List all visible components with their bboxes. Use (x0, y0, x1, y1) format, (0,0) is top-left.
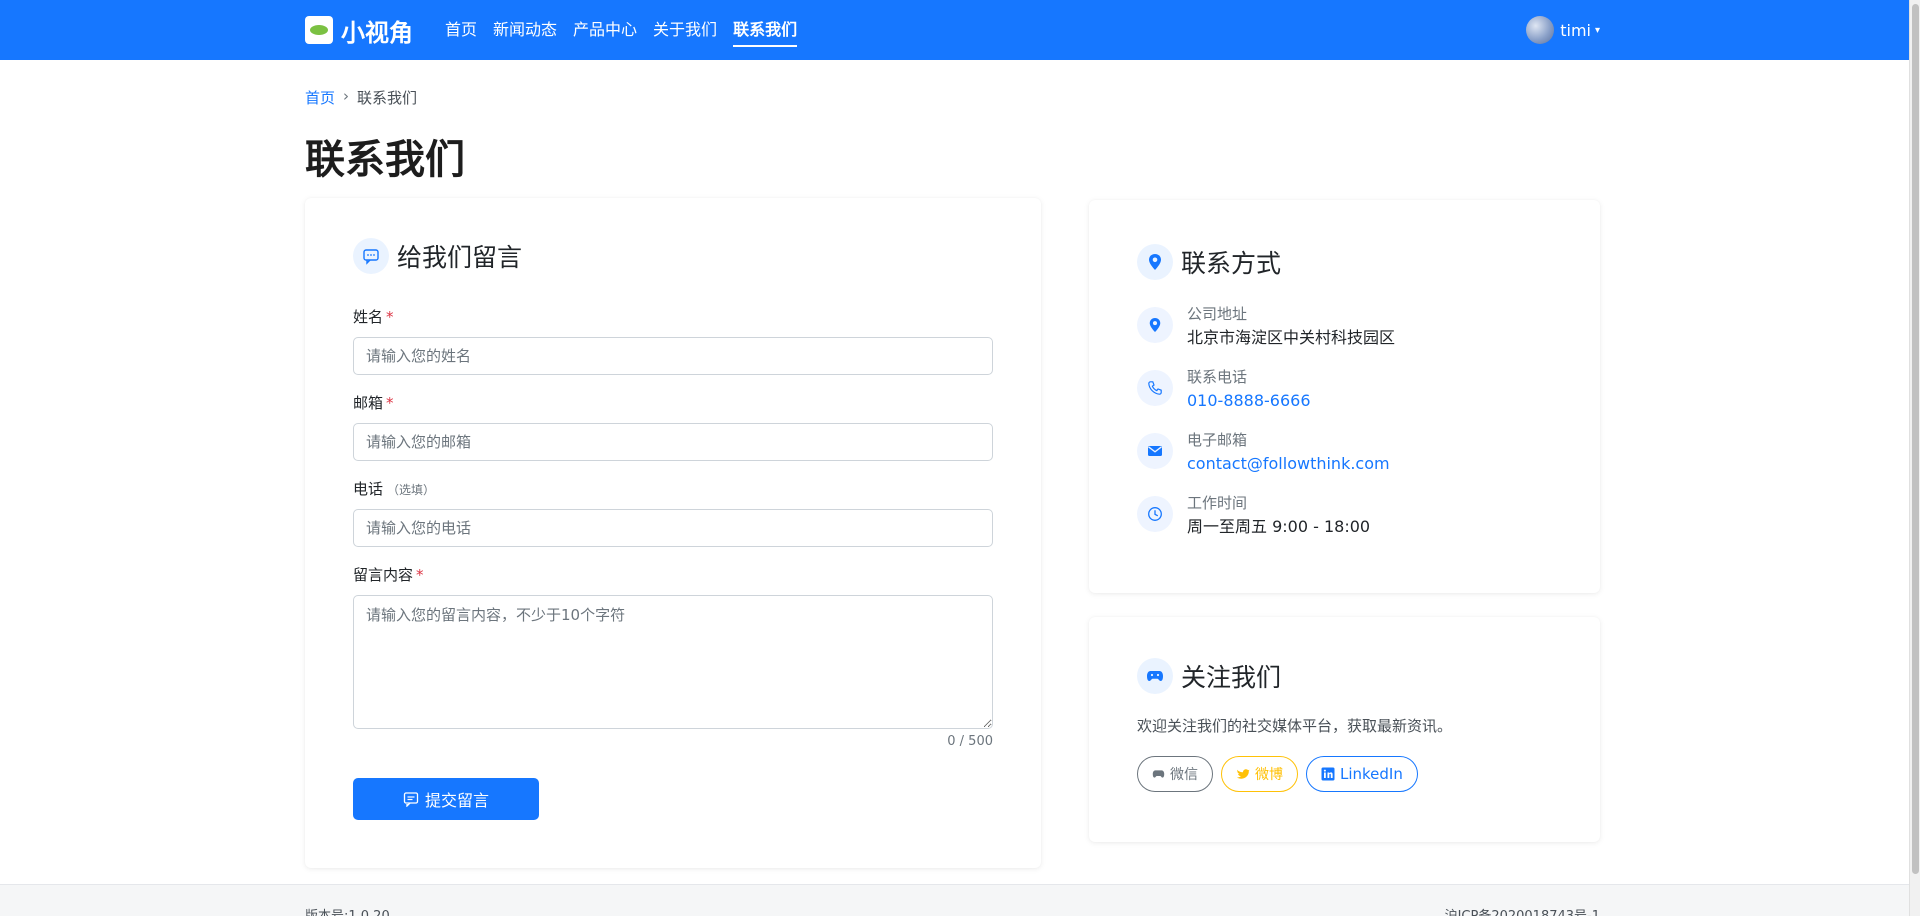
footer: 版本号:1.0.20 沪ICP备2020018743号-1 (0, 884, 1909, 916)
footer-icp-link[interactable]: 沪ICP备2020018743号-1 (1445, 905, 1600, 916)
caret-down-icon: ▾ (1594, 24, 1600, 36)
brand-logo-link[interactable]: 小视角 (305, 13, 413, 48)
wechat-icon (1152, 770, 1165, 778)
contact-info-card: 联系方式 公司地址 北京市海淀区中关村科技园区 联系电话 010-8888-66… (1089, 200, 1600, 593)
breadcrumb-separator: › (343, 87, 350, 105)
required-mark: * (416, 566, 424, 584)
footer-version: 版本号:1.0.20 (305, 905, 390, 916)
location-icon (1137, 307, 1173, 343)
name-label-text: 姓名 (353, 308, 384, 326)
form-card-header: 给我们留言 (353, 238, 522, 274)
breadcrumb-current: 联系我们 (357, 89, 418, 107)
form-title: 给我们留言 (397, 243, 523, 272)
email-label: 电子邮箱 (1187, 431, 1248, 449)
brand-eye-icon (305, 16, 333, 44)
follow-title: 关注我们 (1181, 663, 1282, 692)
hours-value: 周一至周五 9:00 - 18:00 (1187, 517, 1371, 536)
page-scrollbar[interactable] (1909, 0, 1920, 916)
hours-label: 工作时间 (1187, 494, 1248, 512)
nav-links: 首页 新闻动态 产品中心 关于我们 联系我们 (437, 0, 805, 60)
submit-message-button[interactable]: 提交留言 (353, 778, 539, 820)
address-label: 公司地址 (1187, 305, 1248, 323)
email-label-text: 邮箱 (353, 394, 384, 412)
contact-item-hours: 工作时间 周一至周五 9:00 - 18:00 (1137, 492, 1370, 540)
linkedin-icon (1321, 767, 1335, 781)
social-buttons: 微信 微博 LinkedIn (1137, 756, 1418, 792)
avatar (1526, 16, 1555, 44)
submit-label: 提交留言 (424, 791, 489, 810)
linkedin-button[interactable]: LinkedIn (1306, 756, 1418, 792)
message-textarea[interactable] (353, 595, 993, 729)
contact-item-email: 电子邮箱 contact@followthink.com (1137, 429, 1390, 477)
linkedin-label: LinkedIn (1340, 765, 1403, 783)
phone-label: 电话 （选填） (353, 478, 435, 499)
message-form-card: 给我们留言 姓名* 邮箱* 电话（选填） 留言内容* 0 / 500 提交留言 (305, 198, 1041, 868)
character-counter: 0 / 500 (947, 734, 993, 749)
weibo-label: 微博 (1255, 767, 1283, 783)
name-label: 姓名 * (353, 306, 394, 327)
required-mark: * (386, 308, 394, 326)
contact-item-phone: 联系电话 010-8888-6666 (1137, 366, 1311, 414)
message-label-text: 留言内容 (353, 566, 414, 584)
wechat-button[interactable]: 微信 (1137, 756, 1213, 792)
brand-name: 小视角 (341, 18, 413, 47)
message-label: 留言内容 * (353, 564, 424, 585)
follow-card-header: 关注我们 (1137, 658, 1281, 694)
email-input[interactable] (353, 423, 993, 461)
name-input[interactable] (353, 337, 993, 375)
page-title: 联系我们 (305, 137, 465, 183)
nav-link-news[interactable]: 新闻动态 (485, 0, 565, 60)
clock-icon (1137, 496, 1173, 532)
follow-description: 欢迎关注我们的社交媒体平台，获取最新资讯。 (1137, 717, 1453, 735)
gamepad-icon (1137, 658, 1173, 694)
phone-link[interactable]: 010-8888-6666 (1187, 388, 1311, 414)
user-menu[interactable]: timi ▾ (1526, 0, 1600, 60)
scrollbar-thumb[interactable] (1912, 4, 1919, 874)
contact-title: 联系方式 (1181, 249, 1282, 278)
nav-link-products[interactable]: 产品中心 (565, 0, 645, 60)
nav-link-about[interactable]: 关于我们 (645, 0, 725, 60)
contact-card-header: 联系方式 (1137, 244, 1281, 280)
nav-link-contact[interactable]: 联系我们 (725, 0, 805, 60)
user-name: timi (1560, 20, 1591, 40)
breadcrumb-home-link[interactable]: 首页 (305, 87, 335, 108)
chat-bubble-icon (353, 238, 389, 274)
phone-icon (1137, 370, 1173, 406)
message-icon (403, 792, 419, 807)
contact-item-address: 公司地址 北京市海淀区中关村科技园区 (1137, 303, 1395, 351)
weibo-button[interactable]: 微博 (1221, 756, 1298, 792)
mail-icon (1137, 433, 1173, 469)
nav-link-home[interactable]: 首页 (437, 0, 485, 60)
email-label: 邮箱 * (353, 392, 394, 413)
wechat-label: 微信 (1170, 767, 1198, 783)
phone-optional-hint: （选填） (387, 483, 436, 497)
location-pin-icon (1137, 244, 1173, 280)
required-mark: * (386, 394, 394, 412)
phone-label-text: 电话 (353, 480, 384, 498)
address-value: 北京市海淀区中关村科技园区 (1187, 328, 1396, 347)
top-navbar: 小视角 首页 新闻动态 产品中心 关于我们 联系我们 timi ▾ (0, 0, 1909, 60)
phone-label: 联系电话 (1187, 368, 1248, 386)
follow-us-card: 关注我们 欢迎关注我们的社交媒体平台，获取最新资讯。 微信 微博 LinkedI… (1089, 617, 1600, 842)
weibo-bird-icon (1237, 769, 1250, 779)
phone-input[interactable] (353, 509, 993, 547)
breadcrumb: 首页 › 联系我们 (305, 87, 417, 108)
email-link[interactable]: contact@followthink.com (1187, 451, 1390, 477)
